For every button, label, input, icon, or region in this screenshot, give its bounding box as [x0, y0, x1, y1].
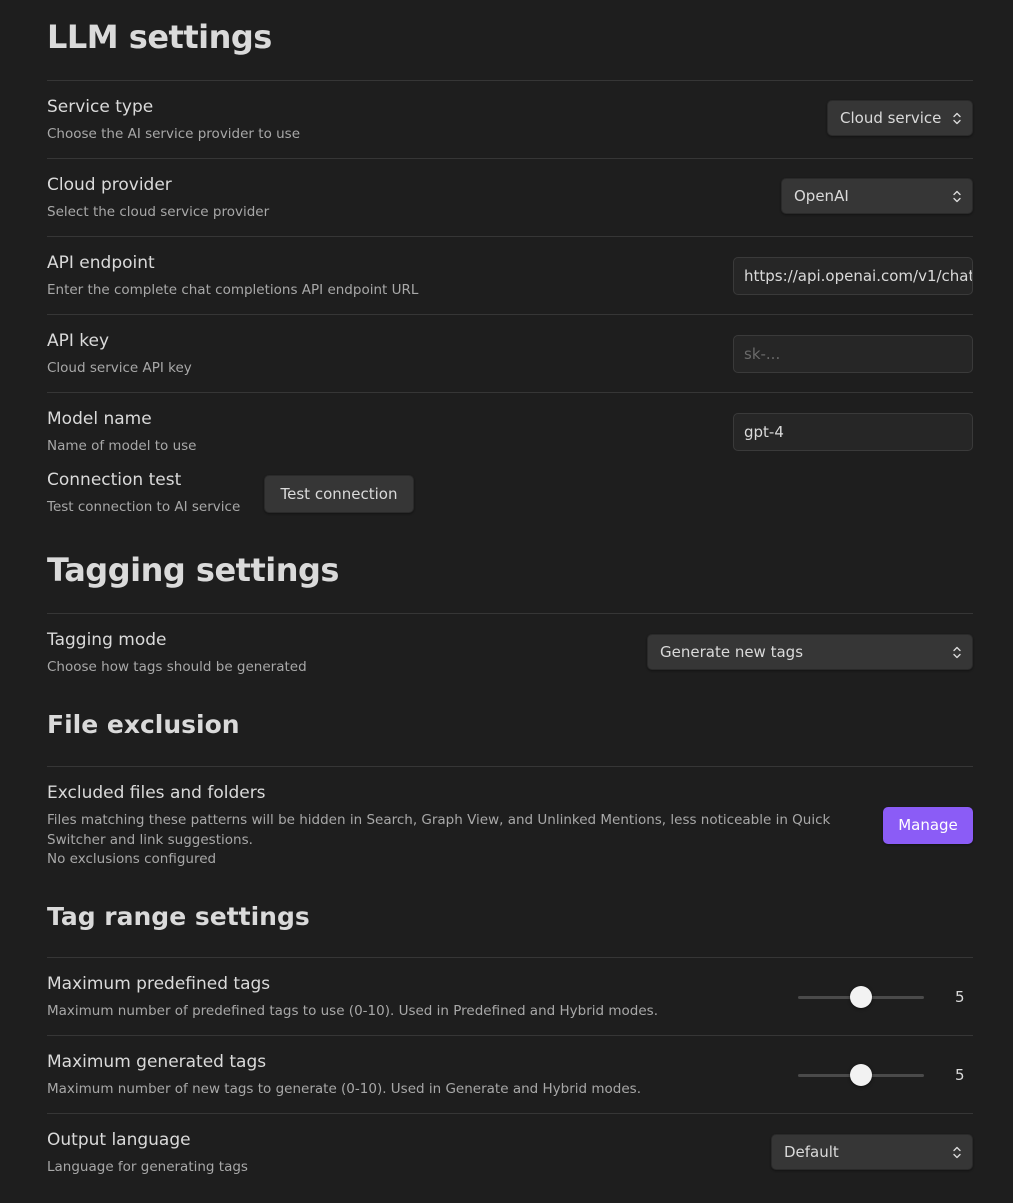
model-name-input[interactable]: gpt-4: [733, 413, 973, 451]
setting-max-predefined-tags: Maximum predefined tags Maximum number o…: [47, 957, 973, 1036]
setting-api-key: API key Cloud service API key sk-...: [47, 314, 973, 393]
api-key-input[interactable]: sk-...: [733, 335, 973, 373]
slider-handle[interactable]: [850, 986, 872, 1008]
setting-name: Excluded files and folders: [47, 783, 266, 803]
setting-description: Choose how tags should be generated: [47, 659, 307, 675]
output-language-dropdown[interactable]: Default: [771, 1134, 973, 1170]
service-type-dropdown[interactable]: Cloud service: [827, 100, 973, 136]
slider-handle[interactable]: [850, 1064, 872, 1086]
tagging-settings-heading: Tagging settings: [47, 551, 339, 589]
setting-cloud-provider: Cloud provider Select the cloud service …: [47, 158, 973, 237]
setting-description: Test connection to AI service: [47, 499, 241, 515]
setting-description: Enter the complete chat completions API …: [47, 282, 419, 298]
setting-excluded-files: Excluded files and folders Files matchin…: [47, 766, 973, 877]
setting-api-endpoint: API endpoint Enter the complete chat com…: [47, 236, 973, 315]
setting-description: Language for generating tags: [47, 1159, 248, 1175]
tagging-mode-dropdown[interactable]: Generate new tags: [647, 634, 973, 670]
setting-description: Select the cloud service provider: [47, 204, 270, 220]
setting-description: Files matching these patterns will be hi…: [47, 811, 857, 870]
dropdown-value: Generate new tags: [660, 643, 804, 661]
api-endpoint-input[interactable]: https://api.openai.com/v1/chat/completio…: [733, 257, 973, 295]
setting-name: Cloud provider: [47, 175, 172, 195]
setting-max-generated-tags: Maximum generated tags Maximum number of…: [47, 1035, 973, 1114]
dropdown-value: Default: [784, 1143, 839, 1161]
setting-connection-test: Connection test Test connection to AI se…: [47, 470, 973, 530]
setting-name: Connection test: [47, 470, 182, 490]
setting-name: Maximum generated tags: [47, 1052, 267, 1072]
setting-service-type: Service type Choose the AI service provi…: [47, 80, 973, 159]
setting-name: API key: [47, 331, 110, 351]
chevron-up-down-icon: [953, 112, 961, 125]
chevron-up-down-icon: [953, 190, 961, 203]
llm-settings-heading: LLM settings: [47, 18, 272, 56]
setting-name: Output language: [47, 1130, 191, 1150]
tag-range-settings-heading: Tag range settings: [47, 902, 310, 931]
setting-name: Tagging mode: [47, 630, 167, 650]
chevron-up-down-icon: [953, 1146, 961, 1159]
dropdown-value: Cloud service: [840, 109, 942, 127]
manage-exclusions-button[interactable]: Manage: [883, 807, 973, 844]
max-generated-tags-slider[interactable]: [798, 1064, 924, 1086]
dropdown-value: OpenAI: [794, 187, 849, 205]
slider-value: 5: [955, 988, 965, 1006]
file-exclusion-heading: File exclusion: [47, 710, 240, 739]
test-connection-button[interactable]: Test connection: [264, 475, 414, 513]
max-predefined-tags-slider[interactable]: [798, 986, 924, 1008]
cloud-provider-dropdown[interactable]: OpenAI: [781, 178, 973, 214]
setting-description: Name of model to use: [47, 438, 197, 454]
setting-name: API endpoint: [47, 253, 155, 273]
setting-description: Choose the AI service provider to use: [47, 126, 301, 142]
setting-tagging-mode: Tagging mode Choose how tags should be g…: [47, 613, 973, 692]
setting-name: Model name: [47, 409, 152, 429]
setting-description: Maximum number of predefined tags to use…: [47, 1003, 658, 1019]
slider-value: 5: [955, 1066, 965, 1084]
setting-name: Service type: [47, 97, 154, 117]
setting-description: Maximum number of new tags to generate (…: [47, 1081, 641, 1097]
chevron-up-down-icon: [953, 646, 961, 659]
exclusion-status-text: No exclusions configured: [47, 851, 217, 867]
setting-model-name: Model name Name of model to use gpt-4: [47, 392, 973, 455]
setting-output-language: Output language Language for generating …: [47, 1113, 973, 1192]
setting-description: Cloud service API key: [47, 360, 192, 376]
exclusion-description-text: Files matching these patterns will be hi…: [47, 812, 831, 848]
setting-name: Maximum predefined tags: [47, 974, 271, 994]
